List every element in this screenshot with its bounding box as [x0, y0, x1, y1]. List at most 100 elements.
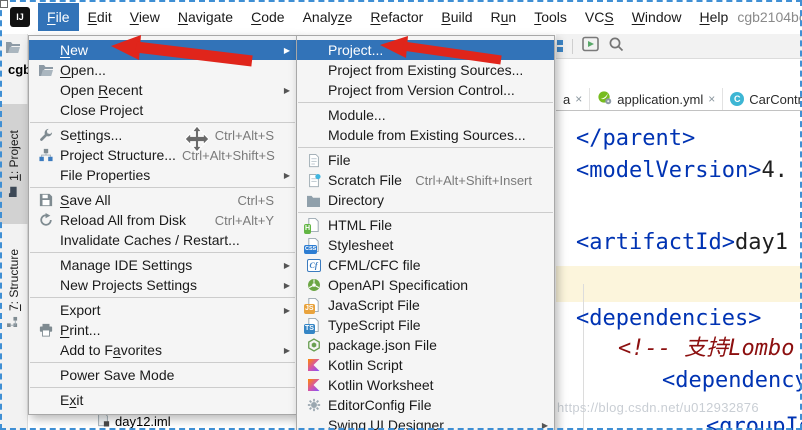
file-menu-item-new[interactable]: New ▶: [29, 40, 296, 60]
javascript-file-icon: JS: [305, 297, 322, 313]
clipped-project-name: cgb: [8, 62, 29, 77]
file-menu-item-reload-all[interactable]: Reload All from Disk Ctrl+Alt+Y: [29, 210, 296, 230]
typescript-file-icon: TS: [305, 317, 322, 333]
close-tab-icon[interactable]: ×: [708, 92, 715, 106]
menu-file[interactable]: File: [38, 3, 79, 31]
reload-icon: [37, 212, 54, 228]
new-submenu-item-stylesheet[interactable]: CSS Stylesheet: [297, 235, 554, 255]
file-menu-item-add-to-favorites[interactable]: Add to Favorites ▶: [29, 340, 296, 360]
editor-tab-partial[interactable]: a ×: [556, 88, 590, 110]
file-menu-item-close-project[interactable]: Close Project: [29, 100, 296, 120]
wrench-icon: [37, 127, 54, 143]
new-submenu-item-html-file[interactable]: H HTML File: [297, 215, 554, 235]
menu-separator: [298, 102, 553, 103]
new-submenu-item-module-existing[interactable]: Module from Existing Sources...: [297, 125, 554, 145]
stylesheet-icon: CSS: [305, 237, 322, 253]
menu-vcs[interactable]: VCS: [576, 3, 623, 31]
menu-separator: [30, 187, 295, 188]
new-submenu-item-module[interactable]: Module...: [297, 105, 554, 125]
editor-tab-bar: a × application.yml × C CarContro: [556, 88, 802, 111]
search-icon[interactable]: [608, 36, 624, 57]
menu-separator: [30, 362, 295, 363]
file-menu-item-file-properties[interactable]: File Properties ▶: [29, 165, 296, 185]
menu-edit[interactable]: Edit: [79, 3, 121, 31]
new-submenu-item-directory[interactable]: Directory: [297, 190, 554, 210]
file-menu-item-open[interactable]: Open...: [29, 60, 296, 80]
code-line: <groupId: [706, 414, 802, 430]
project-structure-icon: [37, 147, 54, 163]
code-line: <dependencies>: [576, 306, 761, 332]
gear-icon: [305, 397, 322, 413]
file-menu-item-new-projects-settings[interactable]: New Projects Settings ▶: [29, 275, 296, 295]
menu-separator: [30, 297, 295, 298]
menu-separator: [30, 387, 295, 388]
close-tab-icon[interactable]: ×: [575, 92, 582, 106]
editor-tab-application-yml[interactable]: application.yml ×: [590, 88, 723, 110]
new-submenu-item-kotlin-worksheet[interactable]: Kotlin Worksheet: [297, 375, 554, 395]
new-submenu-item-swing-ui-designer[interactable]: Swing UI Designer ▶: [297, 415, 554, 430]
new-submenu-item-cfml[interactable]: Cf CFML/CFC file: [297, 255, 554, 275]
file-menu-item-settings[interactable]: Settings... Ctrl+Alt+S: [29, 125, 296, 145]
file-menu-item-invalidate-caches[interactable]: Invalidate Caches / Restart...: [29, 230, 296, 250]
run-anything-icon[interactable]: [582, 36, 599, 57]
new-submenu-item-project-existing[interactable]: Project from Existing Sources...: [297, 60, 554, 80]
editor-area[interactable]: a × application.yml × C CarContro </pare…: [556, 34, 802, 430]
new-submenu-item-project[interactable]: Project...: [297, 40, 554, 60]
new-submenu-item-typescript-file[interactable]: TS TypeScript File: [297, 315, 554, 335]
menu-tools[interactable]: Tools: [525, 3, 576, 31]
menu-build[interactable]: Build: [432, 3, 481, 31]
code-line: <dependency>: [662, 368, 802, 394]
printer-icon: [37, 322, 54, 338]
new-submenu-item-scratch-file[interactable]: Scratch File Ctrl+Alt+Shift+Insert: [297, 170, 554, 190]
structure-tool-icon: [7, 316, 21, 327]
project-tool-icon: [7, 186, 21, 198]
scratch-file-icon: [305, 172, 322, 188]
menu-separator: [30, 122, 295, 123]
file-menu-item-print[interactable]: Print...: [29, 320, 296, 340]
menu-window[interactable]: Window: [623, 3, 691, 31]
new-submenu-item-openapi[interactable]: OpenAPI Specification: [297, 275, 554, 295]
intellij-logo-icon: IJ: [10, 7, 30, 27]
highlighted-line-band: [556, 266, 802, 302]
new-submenu-item-editorconfig[interactable]: EditorConfig File: [297, 395, 554, 415]
file-menu-item-exit[interactable]: Exit: [29, 390, 296, 410]
file-menu-item-open-recent[interactable]: Open Recent ▶: [29, 80, 296, 100]
menu-run[interactable]: Run: [482, 3, 526, 31]
menu-view[interactable]: View: [121, 3, 169, 31]
file-menu-item-project-structure[interactable]: Project Structure... Ctrl+Alt+Shift+S: [29, 145, 296, 165]
package-json-icon: [305, 337, 322, 353]
new-submenu-item-file[interactable]: File: [297, 150, 554, 170]
file-menu-item-power-save-mode[interactable]: Power Save Mode: [29, 365, 296, 385]
left-tool-stripe: cgb 1: Project 7: Structure: [0, 34, 28, 430]
menu-separator: [298, 212, 553, 213]
menu-refactor[interactable]: Refactor: [361, 3, 432, 31]
file-menu-item-save-all[interactable]: Save All Ctrl+S: [29, 190, 296, 210]
new-submenu-item-project-vcs[interactable]: Project from Version Control...: [297, 80, 554, 100]
file-icon: [305, 152, 322, 168]
new-submenu-item-kotlin-script[interactable]: Kotlin Script: [297, 355, 554, 375]
code-line-comment: <!-- 支持Lombo: [618, 336, 794, 362]
tool-window-tab-project[interactable]: 1: Project: [0, 104, 28, 224]
code-line: </parent>: [576, 126, 695, 152]
menu-code[interactable]: Code: [242, 3, 293, 31]
editor-tab-carcontroller[interactable]: C CarContro: [723, 88, 802, 110]
file-menu-item-export[interactable]: Export ▶: [29, 300, 296, 320]
submenu-arrow-icon: ▶: [280, 306, 290, 315]
move-cursor-icon: [184, 126, 210, 157]
new-submenu-item-package-json[interactable]: package.json File: [297, 335, 554, 355]
screenshot-selection-handle: [0, 0, 8, 8]
menu-help[interactable]: Help: [691, 3, 738, 31]
menu-analyze[interactable]: Analyze: [294, 3, 362, 31]
class-icon: C: [730, 92, 744, 106]
titlebar: IJ File Edit View Navigate Code Analyze …: [0, 0, 802, 34]
openapi-icon: [305, 277, 322, 293]
main-toolbar-fragment: [556, 34, 802, 59]
submenu-arrow-icon: ▶: [280, 171, 290, 180]
new-submenu-item-javascript-file[interactable]: JS JavaScript File: [297, 295, 554, 315]
submenu-arrow-icon: ▶: [280, 346, 290, 355]
tool-window-tab-structure[interactable]: 7: Structure: [0, 236, 28, 340]
menu-navigate[interactable]: Navigate: [169, 3, 242, 31]
save-icon: [37, 192, 54, 208]
file-menu-popup: New ▶ Open... Open Recent ▶ Close Projec…: [28, 35, 297, 415]
file-menu-item-manage-ide-settings[interactable]: Manage IDE Settings ▶: [29, 255, 296, 275]
